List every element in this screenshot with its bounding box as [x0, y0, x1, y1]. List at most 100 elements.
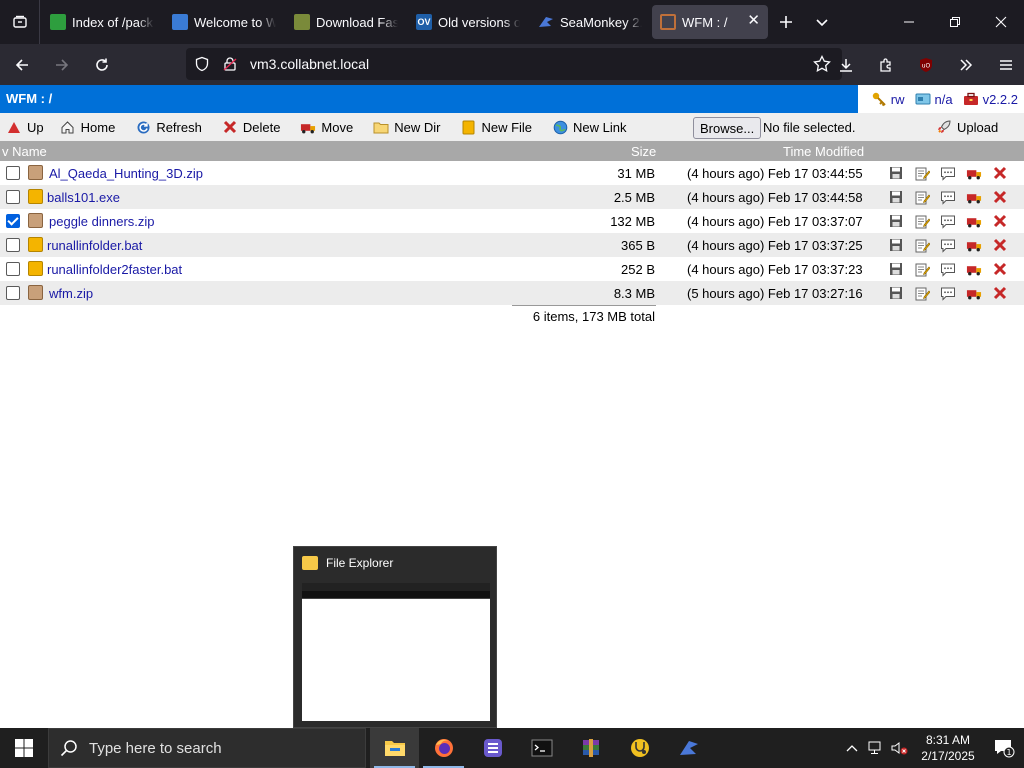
extensions-button[interactable]	[868, 49, 904, 81]
taskbar-firefox[interactable]	[419, 728, 468, 768]
taskbar-stethoscope-app[interactable]	[615, 728, 664, 768]
tab-label: SeaMonkey 2.	[560, 14, 642, 30]
refresh-button[interactable]: Refresh	[129, 113, 208, 141]
minimize-button[interactable]	[886, 0, 932, 44]
tracking-protection-icon[interactable]	[190, 52, 214, 76]
file-name-link[interactable]: balls101.exe	[47, 190, 120, 205]
new-tab-button[interactable]	[768, 0, 804, 44]
delete-button[interactable]: Delete	[216, 113, 287, 141]
save-icon[interactable]	[888, 237, 904, 253]
file-checkbox[interactable]	[6, 190, 20, 204]
forward-button[interactable]	[44, 49, 80, 81]
comment-icon[interactable]	[940, 261, 956, 277]
save-icon[interactable]	[888, 165, 904, 181]
up-button[interactable]: Up	[0, 113, 50, 141]
back-button[interactable]	[4, 49, 40, 81]
file-checkbox-checked[interactable]	[6, 214, 20, 228]
file-name-link[interactable]: wfm.zip	[49, 286, 93, 301]
tab-overflow-button[interactable]	[804, 0, 840, 44]
file-checkbox[interactable]	[6, 286, 20, 300]
name-column-header[interactable]: v Name	[2, 144, 47, 159]
version-info[interactable]: v2.2.2	[963, 92, 1018, 107]
edit-icon[interactable]	[914, 285, 930, 301]
taskbar-file-explorer[interactable]	[370, 728, 419, 768]
ublock-button[interactable]: uO	[908, 49, 944, 81]
move-button[interactable]: Move	[294, 113, 359, 141]
more-tools-button[interactable]	[948, 49, 984, 81]
size-column-header[interactable]: Size	[631, 144, 656, 159]
file-explorer-thumbnail[interactable]: File Explorer	[293, 546, 497, 728]
volume-muted-icon[interactable]	[888, 728, 912, 768]
permissions-info[interactable]: rw	[871, 91, 905, 107]
insecure-lock-icon[interactable]	[218, 52, 242, 76]
move-truck-icon[interactable]	[966, 261, 982, 277]
move-truck-icon[interactable]	[966, 165, 982, 181]
show-hidden-icons-button[interactable]	[840, 728, 864, 768]
edit-icon[interactable]	[914, 189, 930, 205]
delete-x-icon[interactable]	[992, 213, 1008, 229]
file-checkbox[interactable]	[6, 166, 20, 180]
move-truck-icon[interactable]	[966, 189, 982, 205]
taskbar-clock[interactable]: 8:31 AM 2/17/2025	[912, 732, 984, 764]
browser-tab[interactable]: OV Old versions o	[408, 5, 528, 39]
file-name-link[interactable]: runallinfolder.bat	[47, 238, 142, 253]
new-file-button[interactable]: New File	[454, 113, 538, 141]
comment-icon[interactable]	[940, 213, 956, 229]
action-center-button[interactable]: 1	[984, 728, 1024, 768]
save-icon[interactable]	[888, 285, 904, 301]
list-all-tabs-button[interactable]	[0, 0, 40, 44]
browser-tab[interactable]: SeaMonkey 2.	[530, 5, 650, 39]
close-tab-icon[interactable]: ✕	[747, 13, 760, 29]
file-name-link[interactable]: Al_Qaeda_Hunting_3D.zip	[49, 166, 203, 181]
new-link-button[interactable]: New Link	[546, 113, 632, 141]
taskbar-terminal[interactable]	[517, 728, 566, 768]
network-icon[interactable]	[864, 728, 888, 768]
browse-file-button[interactable]: Browse...	[693, 117, 762, 139]
url-text[interactable]: vm3.collabnet.local	[250, 56, 369, 72]
restore-button[interactable]	[932, 0, 978, 44]
file-checkbox[interactable]	[6, 238, 20, 252]
delete-x-icon[interactable]	[992, 237, 1008, 253]
new-dir-button[interactable]: New Dir	[367, 113, 446, 141]
taskbar-winrar[interactable]	[566, 728, 615, 768]
browser-tab[interactable]: Index of /pack	[42, 5, 162, 39]
move-truck-icon[interactable]	[966, 237, 982, 253]
upload-button[interactable]: Upload	[930, 113, 1004, 141]
edit-icon[interactable]	[914, 165, 930, 181]
move-truck-icon[interactable]	[966, 213, 982, 229]
browser-tab[interactable]: Welcome to W	[164, 5, 284, 39]
file-name-link[interactable]: peggle dinners.zip	[49, 214, 155, 229]
taskbar-editor-app[interactable]	[468, 728, 517, 768]
save-icon[interactable]	[888, 189, 904, 205]
comment-icon[interactable]	[940, 165, 956, 181]
edit-icon[interactable]	[914, 213, 930, 229]
start-button[interactable]	[0, 728, 48, 768]
modified-column-header[interactable]: Time Modified	[783, 144, 864, 159]
browser-tab-active[interactable]: WFM : / ✕	[652, 5, 768, 39]
save-icon[interactable]	[888, 261, 904, 277]
taskbar-search-box[interactable]: Type here to search	[48, 728, 366, 768]
save-icon[interactable]	[888, 213, 904, 229]
close-window-button[interactable]	[978, 0, 1024, 44]
downloads-button[interactable]	[828, 49, 864, 81]
delete-x-icon[interactable]	[992, 189, 1008, 205]
reload-button[interactable]	[84, 49, 120, 81]
url-bar[interactable]: vm3.collabnet.local	[186, 48, 842, 80]
move-truck-icon[interactable]	[966, 285, 982, 301]
delete-x-icon[interactable]	[992, 261, 1008, 277]
home-button[interactable]: Home	[54, 113, 122, 141]
file-checkbox[interactable]	[6, 262, 20, 276]
comment-icon[interactable]	[940, 189, 956, 205]
taskbar-seamonkey[interactable]	[664, 728, 713, 768]
delete-x-icon[interactable]	[992, 165, 1008, 181]
browser-tab[interactable]: Download Fas	[286, 5, 406, 39]
app-menu-button[interactable]	[988, 49, 1024, 81]
file-name-link[interactable]: runallinfolder2faster.bat	[47, 262, 182, 277]
delete-x-icon[interactable]	[992, 285, 1008, 301]
thumbnail-title: File Explorer	[326, 556, 394, 570]
comment-icon[interactable]	[940, 237, 956, 253]
edit-icon[interactable]	[914, 261, 930, 277]
edit-icon[interactable]	[914, 237, 930, 253]
disk-info[interactable]: n/a	[915, 92, 953, 107]
comment-icon[interactable]	[940, 285, 956, 301]
